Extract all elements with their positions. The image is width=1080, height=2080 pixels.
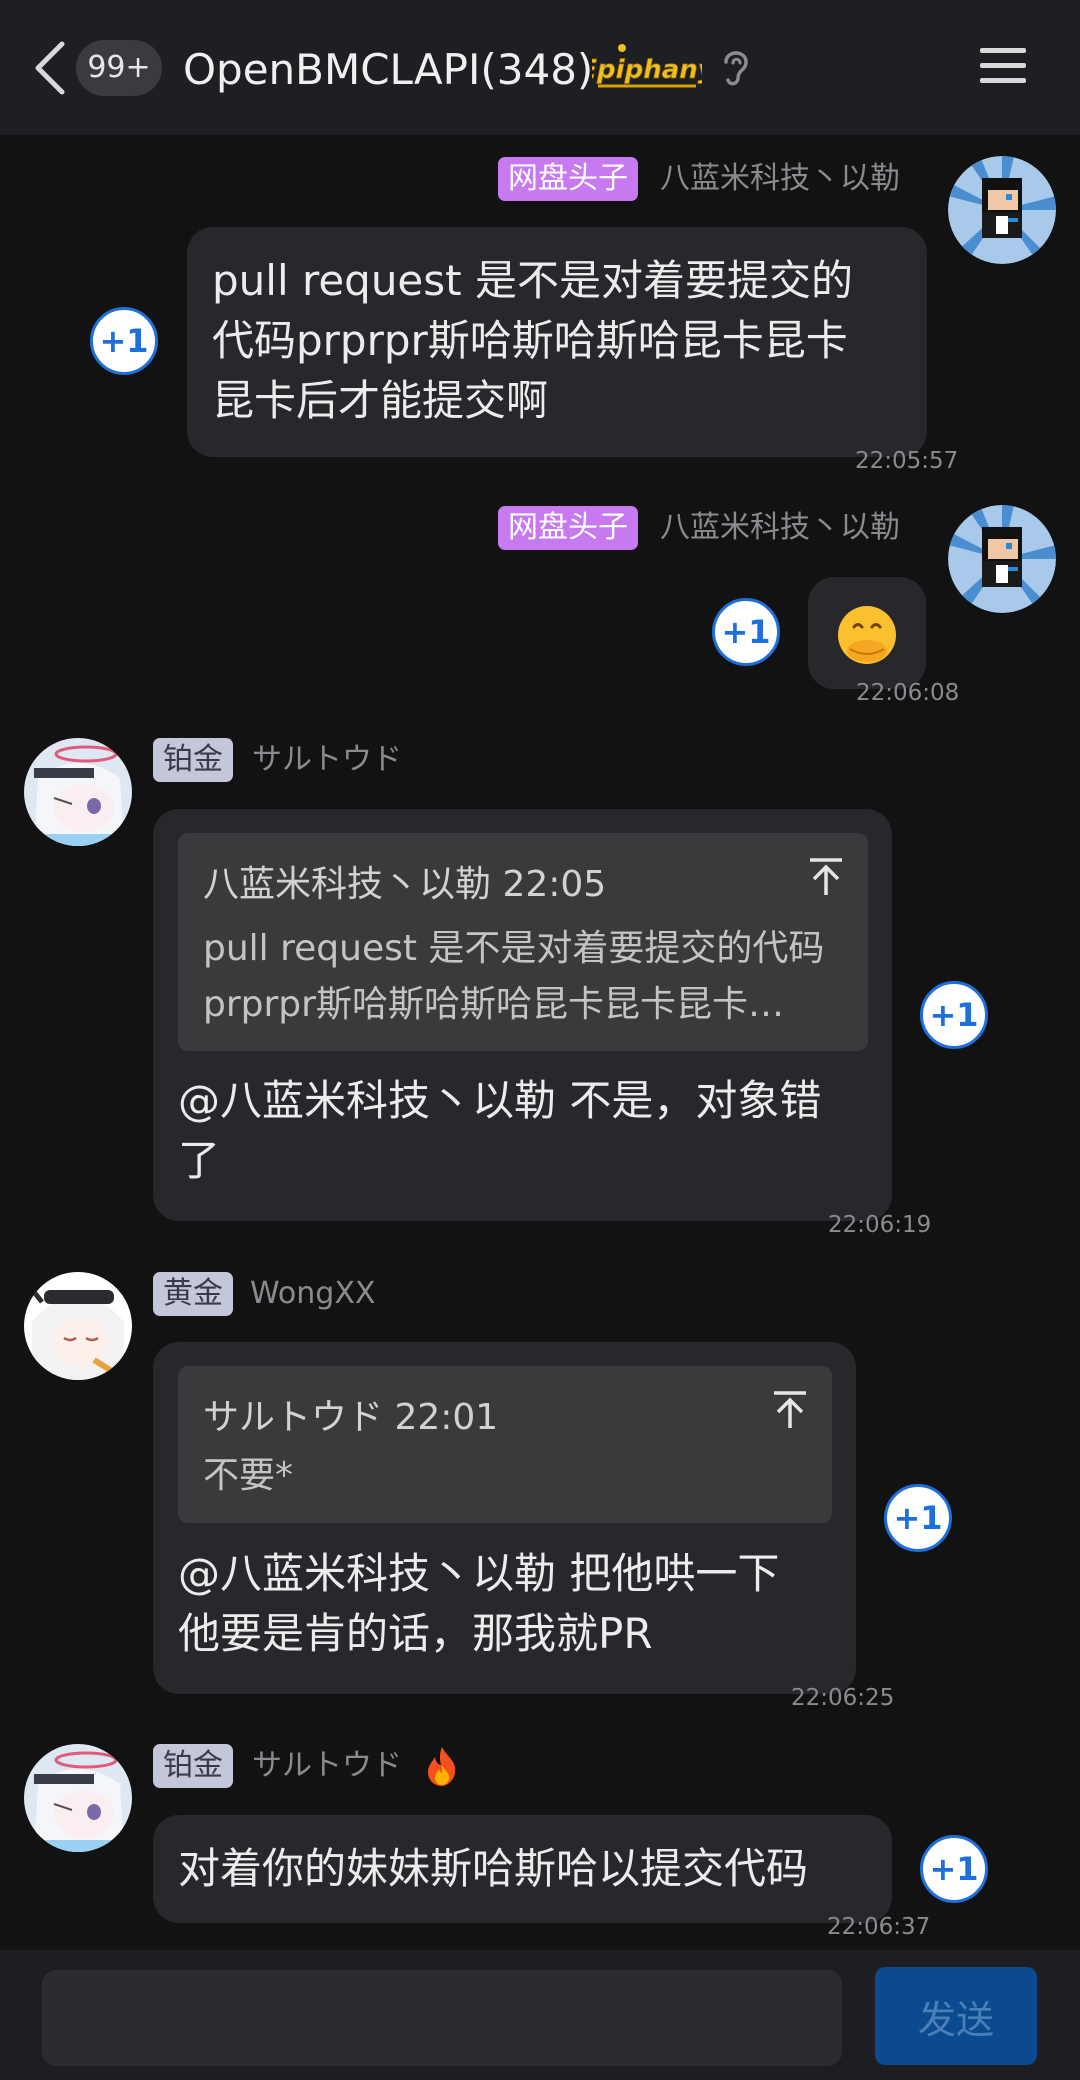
message-timestamp: 22:06:08 <box>856 680 960 706</box>
anime-girl-avatar-icon <box>24 1744 132 1852</box>
chat-title[interactable]: OpenBMCLAPI(348) <box>183 40 593 100</box>
quoted-text-line: 不要* <box>203 1455 294 1496</box>
message-bubble[interactable]: 🫢 <box>808 577 926 689</box>
message-text-line: 代码prprpr斯哈斯哈斯哈昆卡昆卡 <box>212 316 848 365</box>
message-text-line: 了 <box>178 1136 221 1185</box>
hand-over-mouth-emoji-icon <box>838 606 896 664</box>
sender-name[interactable]: 八蓝米科技丶以勒 <box>660 157 900 201</box>
message-text-line: 昆卡后才能提交啊 <box>212 376 549 425</box>
plus-one-button[interactable]: +1 <box>90 307 158 375</box>
plus-one-button[interactable]: +1 <box>884 1484 952 1552</box>
member-title-tag: 黄金 <box>153 1272 233 1316</box>
message-timestamp: 22:06:19 <box>828 1212 932 1238</box>
pixel-avatar-icon <box>948 505 1056 613</box>
chat-header: 99+ OpenBMCLAPI(348) Epiphany <box>0 0 1080 135</box>
message-timestamp: 22:05:57 <box>855 448 959 474</box>
message-bubble[interactable]: 对着你的妹妹斯哈斯哈以提交代码 <box>153 1815 892 1923</box>
message-bubble[interactable]: pull request 是不是对着要提交的 代码prprpr斯哈斯哈斯哈昆卡昆… <box>187 227 927 457</box>
message-text-line: pull request 是不是对着要提交的 <box>212 256 853 305</box>
avatar[interactable] <box>24 1744 132 1852</box>
plus-one-button[interactable]: +1 <box>920 981 988 1049</box>
anime-girl-avatar-icon <box>24 1272 132 1380</box>
pixel-avatar-icon <box>948 156 1056 264</box>
member-title-tag: 网盘头子 <box>498 157 638 201</box>
quoted-message[interactable]: 八蓝米科技丶以勒 22:05 pull request 是不是对着要提交的代码 … <box>178 833 868 1051</box>
back-arrow-icon[interactable] <box>30 38 70 98</box>
quoted-message-header: サルトウド 22:01 <box>203 1397 499 1438</box>
quoted-text-line: pull request 是不是对着要提交的代码 <box>203 928 825 969</box>
ear-icon[interactable] <box>718 46 752 88</box>
menu-icon[interactable] <box>980 46 1026 86</box>
message-text-line: @八蓝米科技丶以勒 把他哄一下 <box>178 1549 780 1598</box>
message-text-line: 对着你的妹妹斯哈斯哈以提交代码 <box>178 1844 809 1893</box>
message-text-line: 他要是肯的话，那我就PR <box>178 1609 653 1658</box>
message-bubble[interactable]: サルトウド 22:01 不要* @八蓝米科技丶以勒 把他哄一下 他要是肯的话，那… <box>153 1342 856 1694</box>
message-bubble[interactable]: 八蓝米科技丶以勒 22:05 pull request 是不是对着要提交的代码 … <box>153 809 892 1221</box>
sender-name[interactable]: サルトウド <box>252 1744 402 1788</box>
plus-one-button[interactable]: +1 <box>712 598 780 666</box>
svg-text:Epiphany: Epiphany <box>592 55 702 85</box>
message-text-line: @八蓝米科技丶以勒 不是，对象错 <box>178 1076 822 1125</box>
sender-name[interactable]: 八蓝米科技丶以勒 <box>660 506 900 550</box>
message-timestamp: 22:06:25 <box>791 1685 895 1711</box>
avatar[interactable] <box>24 1272 132 1380</box>
message-input[interactable] <box>42 1970 842 2066</box>
anime-girl-avatar-icon <box>24 738 132 846</box>
sender-name[interactable]: サルトウド <box>252 738 402 782</box>
send-button[interactable]: 发送 <box>875 1967 1037 2065</box>
plus-one-button[interactable]: +1 <box>920 1835 988 1903</box>
message-input-bar: 发送 <box>0 1950 1080 2080</box>
avatar[interactable] <box>948 505 1056 613</box>
jump-to-top-icon[interactable] <box>808 857 844 897</box>
member-title-tag: 网盘头子 <box>498 506 638 550</box>
avatar[interactable] <box>24 738 132 846</box>
sender-name[interactable]: WongXX <box>250 1272 375 1316</box>
quoted-message[interactable]: サルトウド 22:01 不要* <box>178 1366 832 1523</box>
message-timestamp: 22:06:37 <box>827 1914 931 1940</box>
epiphany-badge-icon: Epiphany <box>592 44 702 88</box>
member-title-tag: 铂金 <box>153 738 233 782</box>
avatar[interactable] <box>948 156 1056 264</box>
quoted-message-header: 八蓝米科技丶以勒 22:05 <box>203 864 607 905</box>
quoted-text-line: prprpr斯哈斯哈斯哈昆卡昆卡昆卡… <box>203 984 784 1025</box>
jump-to-top-icon[interactable] <box>772 1390 808 1430</box>
fire-icon <box>428 1747 456 1786</box>
member-title-tag: 铂金 <box>153 1744 233 1788</box>
unread-count-badge[interactable]: 99+ <box>76 40 162 96</box>
